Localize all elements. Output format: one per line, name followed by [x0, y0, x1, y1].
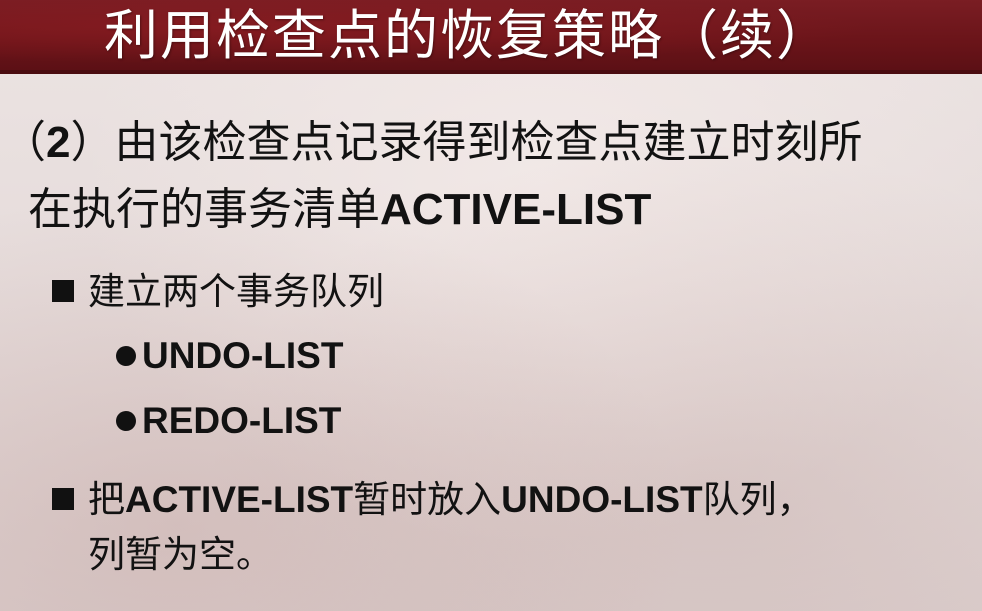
- point-2-line-1: （2）由该检查点记录得到检查点建立时刻所: [2, 116, 862, 170]
- point-2-text-cont: 在执行的事务清单: [28, 184, 380, 235]
- point-2-line-2: 在执行的事务清单ACTIVE-LIST: [28, 183, 651, 237]
- round-bullet-icon: [116, 346, 136, 366]
- undo-list-term: UNDO-LIST: [142, 335, 344, 376]
- bullet-2-continuation: 列暂为空。: [88, 533, 273, 576]
- bullet-2-part-3: 队列，: [702, 478, 814, 521]
- title-bar: 利用检查点的恢复策略（续）: [0, 0, 982, 74]
- bullet-2-undo-list: UNDO-LIST: [501, 479, 703, 520]
- paren-open: （: [2, 117, 46, 168]
- point-number: 2: [46, 118, 71, 167]
- slide-title: 利用检查点的恢复策略（续）: [104, 4, 832, 67]
- bullet-item-1: 建立两个事务队列: [52, 268, 384, 316]
- active-list-term: ACTIVE-LIST: [380, 185, 652, 234]
- bullet-item-2: 把ACTIVE-LIST暂时放入UNDO-LIST队列，: [52, 476, 814, 524]
- round-bullet-icon: [116, 411, 136, 431]
- bullet-1-text: 建立两个事务队列: [88, 270, 384, 313]
- square-bullet-icon: [52, 488, 74, 510]
- square-bullet-icon: [52, 280, 74, 302]
- bullet-2-active-list: ACTIVE-LIST: [125, 479, 354, 520]
- point-2-text: ）由该检查点记录得到检查点建立时刻所: [70, 117, 863, 168]
- bullet-item-2-cont: 列暂为空。: [88, 531, 273, 579]
- bullet-2-part-1: 把: [88, 478, 125, 521]
- redo-list-term: REDO-LIST: [142, 400, 342, 441]
- sub-item-undo-list: UNDO-LIST: [116, 332, 343, 380]
- sub-item-redo-list: REDO-LIST: [116, 397, 341, 445]
- bullet-2-part-2: 暂时放入: [353, 478, 502, 521]
